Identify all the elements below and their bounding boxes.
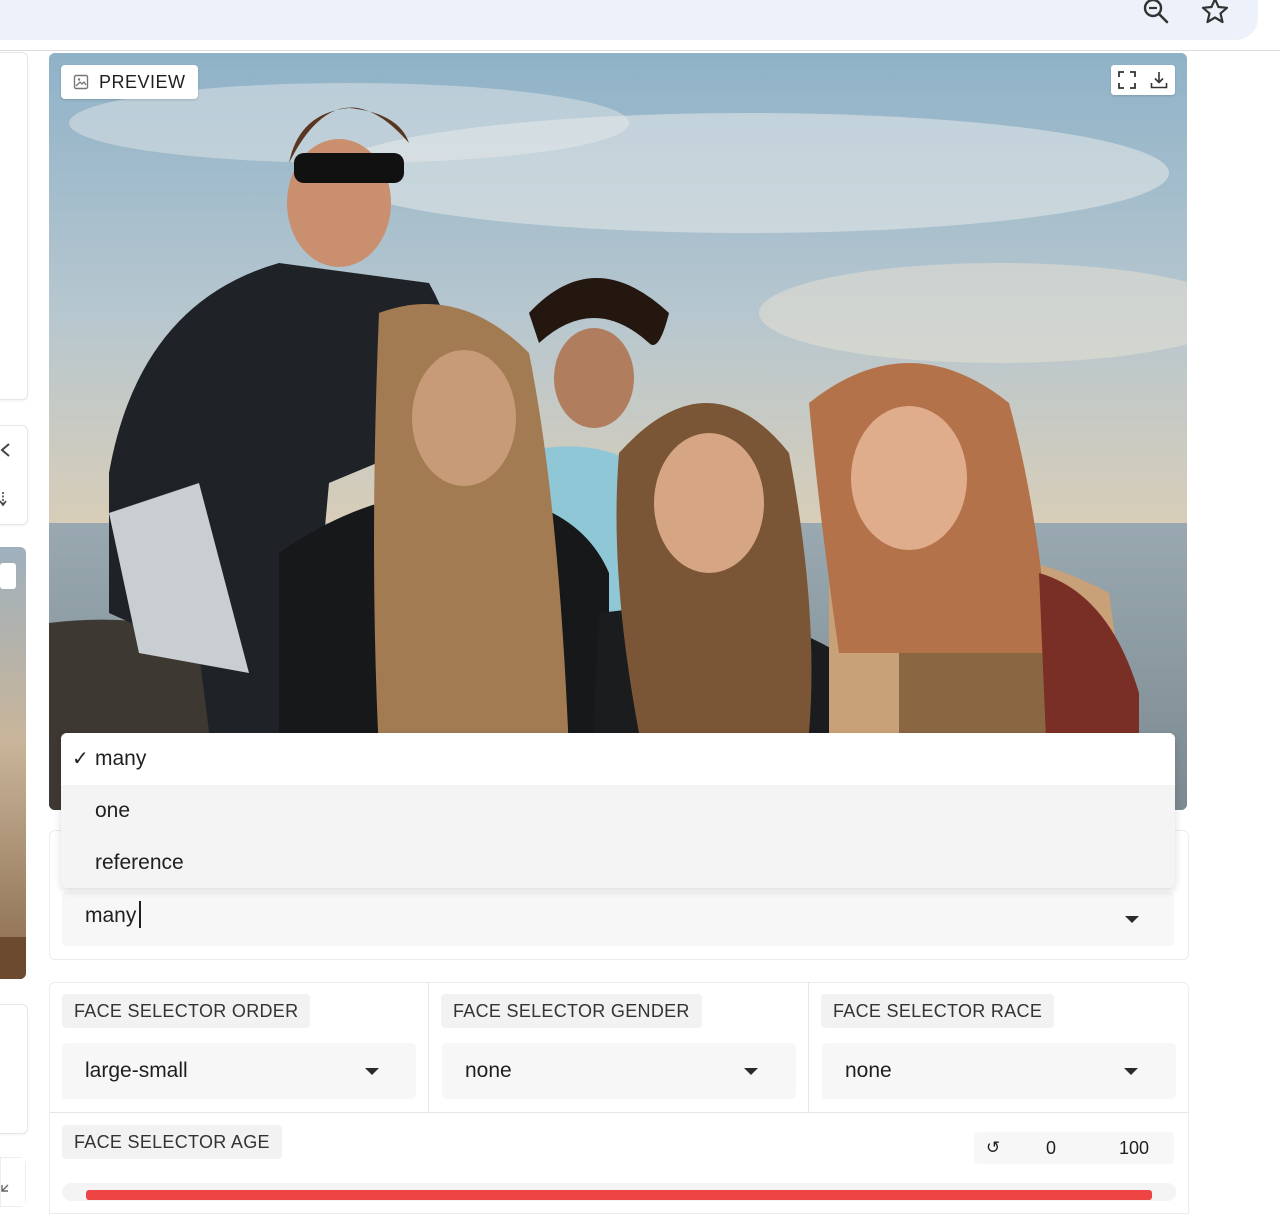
face-selector-gender-value: none [465,1059,512,1082]
dropdown-option-many[interactable]: ✓ many [61,733,1175,785]
preview-label: PREVIEW [99,71,186,92]
browser-toolbar [0,0,1258,40]
face-selector-race-label: FACE SELECTOR RACE [821,994,1055,1028]
group-photo [49,53,1187,810]
chevron-down-icon[interactable] [1124,1068,1138,1075]
sidebar-thumbnail-2[interactable] [0,1157,26,1207]
face-selector-order-label: FACE SELECTOR ORDER [62,994,311,1028]
sidebar-panel-bottom [0,1004,28,1134]
chevron-down-icon[interactable] [1125,916,1139,923]
preview-badge: PREVIEW [61,65,198,99]
chevron-down-icon[interactable] [365,1068,379,1075]
face-selector-race-select[interactable]: none [822,1043,1176,1099]
dropdown-option-label: many [95,747,147,770]
column-divider [428,982,429,1112]
download-icon[interactable] [1143,65,1175,95]
check-icon: ✓ [72,748,89,770]
close-icon[interactable] [0,442,11,458]
face-selector-gender-select[interactable]: none [442,1043,796,1099]
fullscreen-icon[interactable] [1111,65,1143,95]
dropdown-option-label: one [95,799,131,822]
zoom-out-icon[interactable] [1141,0,1171,26]
face-selector-mode-dropdown: ✓ many one reference [61,733,1175,888]
reset-icon[interactable]: ↺ [986,1138,1000,1158]
sidebar-thumbnail[interactable] [0,547,26,979]
dropdown-option-label: reference [95,851,184,874]
download-icon[interactable] [0,490,9,508]
sidebar-panel-top [0,52,28,400]
chevron-down-icon[interactable] [744,1068,758,1075]
sidebar-tools-panel [0,425,28,525]
dropdown-option-reference[interactable]: reference [61,837,1175,888]
image-icon [73,74,89,90]
face-selector-race-value: none [845,1059,892,1082]
text-caret [139,901,141,928]
dropdown-option-one[interactable]: one [61,785,1175,837]
age-max-input[interactable]: 100 [1119,1138,1149,1159]
star-icon[interactable] [1200,0,1230,26]
face-selector-order-select[interactable]: large-small [62,1043,416,1099]
age-min-input[interactable]: 0 [1046,1138,1056,1159]
face-selector-gender-label: FACE SELECTOR GENDER [441,994,702,1028]
face-selector-mode-value[interactable]: many [85,904,136,928]
face-selector-mode-input[interactable]: many [62,892,1174,946]
toolbar-divider [0,50,1280,51]
preview-toolbar [1111,65,1175,95]
age-range-controls: ↺ 0 100 [974,1132,1174,1164]
face-selector-order-value: large-small [85,1059,188,1082]
face-selector-age-label: FACE SELECTOR AGE [62,1125,282,1159]
column-divider [808,982,809,1112]
preview-image: PREVIEW [49,53,1187,810]
